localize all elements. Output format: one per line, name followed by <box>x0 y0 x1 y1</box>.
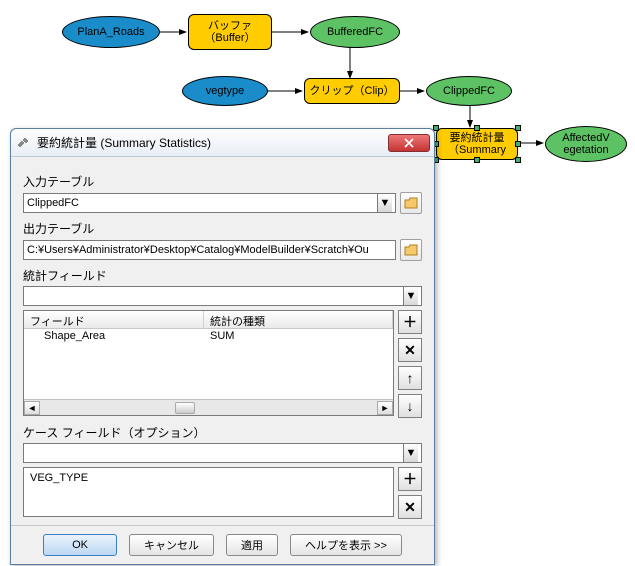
cell-field: Shape_Area <box>24 329 204 345</box>
node-plana-roads[interactable]: PlanA_Roads <box>62 16 160 48</box>
output-table-label: 出力テーブル <box>23 220 422 237</box>
stat-field-select[interactable]: ▼ <box>23 286 422 306</box>
summary-statistics-dialog: 要約統計量 (Summary Statistics) 入力テーブル Clippe… <box>10 128 435 565</box>
node-bufferedfc[interactable]: BufferedFC <box>310 16 400 48</box>
node-buffer-tool[interactable]: バッファ （Buffer） <box>188 14 272 50</box>
stat-fields-label: 統計フィールド <box>23 267 422 284</box>
apply-button[interactable]: 適用 <box>226 534 278 556</box>
output-table-input[interactable] <box>23 240 396 260</box>
arrow-up-icon: ↑ <box>407 370 414 386</box>
browse-input-button[interactable] <box>400 192 422 214</box>
move-up-button[interactable]: ↑ <box>398 366 422 390</box>
x-icon: ✕ <box>404 342 416 359</box>
x-icon: ✕ <box>404 499 416 516</box>
dialog-button-bar: OK キャンセル 適用 ヘルプを表示 >> <box>11 525 434 564</box>
input-table-select[interactable]: ClippedFC ▼ <box>23 193 396 213</box>
case-field-label: ケース フィールド（オプション） <box>23 424 422 441</box>
list-item[interactable]: VEG_TYPE <box>30 472 387 484</box>
dialog-title: 要約統計量 (Summary Statistics) <box>37 134 388 151</box>
scroll-right-icon[interactable]: ► <box>377 401 393 415</box>
input-table-label: 入力テーブル <box>23 173 422 190</box>
dialog-titlebar[interactable]: 要約統計量 (Summary Statistics) <box>11 129 434 157</box>
ok-button[interactable]: OK <box>43 534 117 556</box>
stat-fields-list[interactable]: フィールド 統計の種類 Shape_Area SUM ◄ ► <box>23 310 394 416</box>
add-case-button[interactable]: ＋ <box>398 467 422 491</box>
scroll-left-icon[interactable]: ◄ <box>24 401 40 415</box>
close-button[interactable] <box>388 134 430 152</box>
arrow-down-icon: ↓ <box>407 398 414 414</box>
col-header-field: フィールド <box>24 311 204 328</box>
plus-icon: ＋ <box>403 312 417 332</box>
table-row[interactable]: Shape_Area SUM <box>24 329 393 345</box>
move-down-button[interactable]: ↓ <box>398 394 422 418</box>
scroll-thumb[interactable] <box>175 402 195 414</box>
chevron-down-icon[interactable]: ▼ <box>377 194 392 212</box>
folder-icon <box>404 197 418 209</box>
close-icon <box>404 138 414 148</box>
cell-stat: SUM <box>204 329 393 345</box>
browse-output-button[interactable] <box>400 239 422 261</box>
hammer-icon <box>15 135 31 151</box>
input-table-value: ClippedFC <box>27 197 79 209</box>
add-button[interactable]: ＋ <box>398 310 422 334</box>
horizontal-scrollbar[interactable]: ◄ ► <box>24 399 393 415</box>
node-vegtype[interactable]: vegtype <box>182 76 268 106</box>
node-summary-tool[interactable]: 要約統計量 （Summary <box>436 128 518 160</box>
node-affected-vegetation[interactable]: AffectedV egetation <box>545 126 627 162</box>
remove-case-button[interactable]: ✕ <box>398 495 422 519</box>
chevron-down-icon[interactable]: ▼ <box>403 444 418 462</box>
case-field-select[interactable]: ▼ <box>23 443 422 463</box>
node-clippedfc[interactable]: ClippedFC <box>426 76 512 106</box>
help-button[interactable]: ヘルプを表示 >> <box>290 534 402 556</box>
folder-icon <box>404 244 418 256</box>
plus-icon: ＋ <box>403 469 417 489</box>
chevron-down-icon[interactable]: ▼ <box>403 287 418 305</box>
node-clip-tool[interactable]: クリップ（Clip） <box>304 78 400 104</box>
case-field-list[interactable]: VEG_TYPE <box>23 467 394 517</box>
remove-button[interactable]: ✕ <box>398 338 422 362</box>
col-header-stat-type: 統計の種類 <box>204 311 393 328</box>
cancel-button[interactable]: キャンセル <box>129 534 214 556</box>
